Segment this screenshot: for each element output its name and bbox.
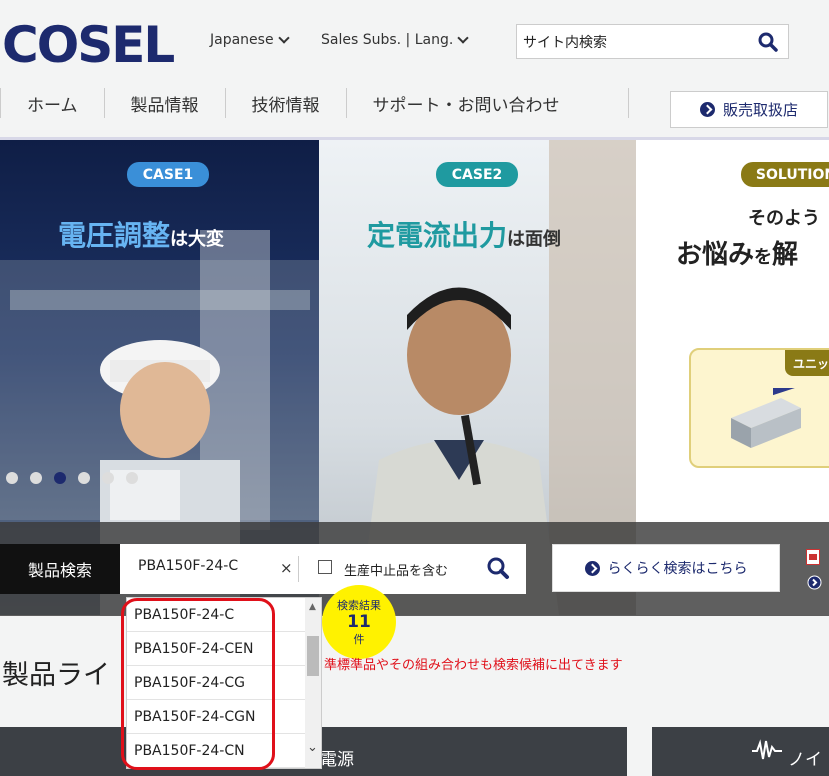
scroll-thumb[interactable] (307, 636, 319, 676)
case2-tag: CASE2 (436, 162, 518, 187)
carousel-dot[interactable] (126, 472, 138, 484)
nav-technical[interactable]: 技術情報 (224, 88, 346, 118)
search-icon[interactable] (486, 556, 510, 580)
nav-home[interactable]: ホーム (0, 88, 104, 118)
sales-subs-link[interactable]: Sales Subs. | Lang. (321, 32, 469, 48)
noise-filter-card-label: ノイ (788, 749, 822, 770)
japanese-link[interactable]: Japanese (210, 32, 290, 48)
product-card: ユニッ (689, 348, 829, 468)
search-icon[interactable] (758, 32, 778, 52)
nav-divider (628, 88, 629, 118)
chevron-down-icon (457, 32, 469, 44)
dealer-button-label: 販売取扱店 (722, 101, 798, 119)
carousel-dot[interactable] (78, 472, 90, 484)
solution-line1: そのよう (748, 208, 820, 229)
carousel-dot[interactable] (102, 472, 114, 484)
site-search-input[interactable] (517, 33, 747, 50)
dealer-button[interactable]: 販売取扱店 (670, 91, 828, 128)
pdf-icon[interactable] (806, 549, 820, 565)
divider (298, 556, 299, 582)
unit-tag: ユニッ (785, 350, 829, 376)
main-nav: ホーム 製品情報 技術情報 サポート・お問い合わせ (0, 88, 586, 122)
power-supply-card-label: 電源 (320, 749, 354, 770)
chevron-down-icon (277, 32, 290, 44)
sales-subs-label: Sales Subs. | Lang. (321, 32, 454, 48)
discontinued-label: 生産中止品を含む (344, 564, 449, 579)
solution-tag: SOLUTION (741, 162, 829, 187)
annotation-highlight (121, 598, 275, 770)
clear-icon[interactable]: × (280, 559, 293, 577)
scroll-down-icon[interactable]: ⌄ (307, 740, 318, 755)
lineup-title: 製品ライ (2, 660, 110, 691)
arrow-circle-icon (699, 102, 715, 117)
easy-search-label: らくらく検索はこちら (607, 561, 748, 577)
solution-line2: お悩みを解 (676, 240, 799, 270)
scroll-up-icon[interactable]: ▲ (309, 602, 316, 612)
svg-text:COSEL: COSEL (2, 16, 174, 70)
case1-tag: CASE1 (127, 162, 209, 187)
cosel-logo[interactable]: COSEL (0, 14, 180, 70)
carousel-dots (6, 472, 138, 484)
arrow-circle-icon (584, 560, 600, 576)
easy-search-button[interactable]: らくらく検索はこちら (552, 544, 780, 592)
case1-headline: 電圧調整は大変 (58, 219, 225, 252)
product-search-input[interactable] (138, 558, 288, 574)
product-search-label: 製品検索 (0, 544, 142, 594)
arrow-circle-icon[interactable] (807, 575, 822, 590)
carousel-dot[interactable] (30, 472, 42, 484)
annotation-text: 準標準品やその組み合わせも検索候補に出てきます (324, 658, 623, 673)
result-badge-label: 検索結果 (337, 599, 381, 612)
result-unit: 件 (353, 633, 365, 646)
waveform-icon (752, 739, 782, 760)
search-result-badge[interactable]: 検索結果 11 件 (322, 585, 396, 659)
discontinued-checkbox[interactable] (318, 560, 332, 574)
nav-support[interactable]: サポート・お問い合わせ (345, 88, 586, 118)
carousel-dot[interactable] (6, 472, 18, 484)
carousel-dot-active[interactable] (54, 472, 66, 484)
result-count: 11 (347, 612, 371, 632)
dropdown-scrollbar[interactable]: ▲ ⌄ (305, 598, 321, 768)
japanese-label: Japanese (210, 32, 274, 48)
product-search-field: × 生産中止品を含む (120, 544, 526, 594)
case2-headline: 定電流出力は面倒 (367, 219, 562, 252)
nav-products[interactable]: 製品情報 (103, 88, 225, 118)
power-unit-image (731, 388, 801, 448)
site-search (516, 24, 789, 59)
noise-filter-card[interactable]: ノイ (652, 727, 829, 776)
